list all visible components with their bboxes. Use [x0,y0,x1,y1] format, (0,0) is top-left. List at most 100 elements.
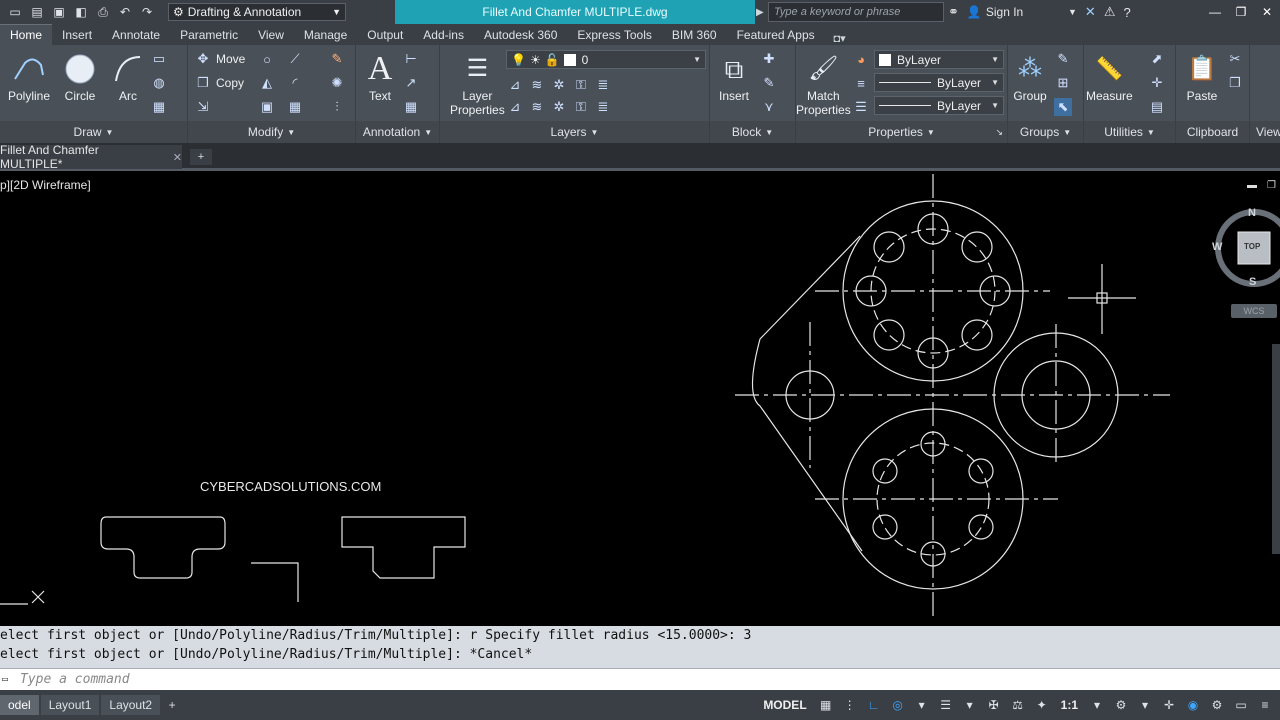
binoculars-icon[interactable]: ⚭ [948,4,959,20]
tab-bim-360[interactable]: BIM 360 [662,24,727,45]
layer-lock-icon[interactable]: ⚿ [572,76,590,94]
layer-select[interactable]: 💡 ☀ 🔓 0 ▼ [506,50,706,69]
help-icon[interactable]: ? [1123,5,1130,20]
create-block-icon[interactable]: ✚ [760,49,778,69]
clipboard-panel-title[interactable]: Clipboard [1176,121,1249,143]
layer-unlock-icon[interactable]: ⚿ [572,98,590,116]
properties-panel-title[interactable]: Properties ▼ ↘ [796,121,1007,143]
tab-manage[interactable]: Manage [294,24,357,45]
restore-button[interactable]: ❐ [1228,0,1254,24]
open-file-icon[interactable]: ▤ [28,3,46,21]
copy-clip-icon[interactable]: ❐ [1226,73,1244,93]
leader-icon[interactable]: ↗ [402,73,420,93]
table-icon[interactable]: ▦ [402,97,420,117]
layer-walk-icon[interactable]: ≣ [594,98,612,116]
lineweight-toggle-icon[interactable]: ☰ [937,696,955,714]
explode-icon[interactable]: ✺ [328,73,346,93]
command-prompt-icon[interactable]: ▭ [0,674,20,685]
tab-view[interactable]: View [248,24,294,45]
compass-south[interactable]: S [1249,276,1256,288]
arc-button[interactable]: Arc [110,51,146,103]
redo-icon[interactable]: ↷ [138,3,156,21]
array-icon[interactable]: ▦ [286,97,304,117]
move-button[interactable]: ✥ Move [194,49,246,69]
new-file-icon[interactable]: ▭ [6,3,24,21]
erase-icon[interactable]: ✎ [328,49,346,69]
layer-properties-button[interactable]: ☰ Layer Properties [450,51,505,118]
dimension-icon[interactable]: ⊢ [402,49,420,69]
tab-layout1[interactable]: Layout1 [40,695,100,715]
add-icon[interactable]: ✛ [1160,696,1178,714]
tab-model[interactable]: odel [0,695,39,715]
copy-button[interactable]: ❐ Copy [194,73,244,93]
group-select-icon[interactable]: ⬉ [1054,97,1072,117]
tab-home[interactable]: Home [0,24,53,45]
compass-north[interactable]: N [1248,207,1256,219]
add-layout-button[interactable]: + [162,698,182,712]
layer-current-icon[interactable]: ⊿ [506,98,524,116]
cut-icon[interactable]: ✂ [1226,49,1244,69]
wcs-menu[interactable]: WCS [1231,304,1277,318]
chevron-down-icon[interactable]: ▾ [913,696,931,714]
trim-icon[interactable]: ⟋ [286,49,304,69]
edit-block-icon[interactable]: ✎ [760,73,778,93]
modify-panel-title[interactable]: Modify ▼ [188,121,355,143]
polar-tracking-icon[interactable]: ◎ [889,696,907,714]
new-tab-button[interactable]: + [190,149,212,165]
annotation-panel-title[interactable]: Annotation ▼ [356,121,439,143]
layer-freeze-icon[interactable]: ✲ [550,76,568,94]
a360-icon[interactable]: ⚠ [1104,4,1116,20]
clean-screen-icon[interactable]: ▭ [1232,696,1250,714]
tab-annotate[interactable]: Annotate [102,24,170,45]
undo-icon[interactable]: ↶ [116,3,134,21]
scale-icon[interactable]: ▣ [258,97,276,117]
linetype-select[interactable]: ByLayer ▼ [874,73,1004,92]
hardware-acceleration-icon[interactable]: ⚙ [1208,696,1226,714]
calculator-icon[interactable]: ▤ [1148,97,1166,117]
color-select[interactable]: ByLayer ▼ [874,50,1004,69]
stretch-icon[interactable]: ⇲ [194,97,212,117]
tab-featured-apps[interactable]: Featured Apps [727,24,825,45]
tab-add-ins[interactable]: Add-ins [413,24,474,45]
rotate-icon[interactable]: ○ [258,49,276,69]
match-properties-button[interactable]: 🖌 Match Properties [796,51,851,118]
tab-autodesk-360[interactable]: Autodesk 360 [474,24,567,45]
layer-off-icon[interactable]: ⊿ [506,76,524,94]
block-attributes-icon[interactable]: ⋎ [760,97,778,117]
workspace-select[interactable]: ⚙ Drafting & Annotation ▼ [168,3,346,21]
close-icon[interactable]: ✕ [173,151,182,164]
tab-express-tools[interactable]: Express Tools [567,24,661,45]
lineweight-select[interactable]: ByLayer ▼ [874,96,1004,115]
selection-cycling-icon[interactable]: ✠ [985,696,1003,714]
lineweight-icon[interactable]: ☰ [852,97,870,117]
point-icon[interactable]: ✛ [1148,73,1166,93]
group-edit-icon[interactable]: ⊞ [1054,73,1072,93]
linetype-icon[interactable]: ≡ [852,73,870,93]
block-panel-title[interactable]: Block ▼ [710,121,795,143]
save-as-icon[interactable]: ◧ [72,3,90,21]
search-input[interactable]: Type a keyword or phrase [768,2,944,22]
offset-icon[interactable]: ⫶ [328,97,346,117]
tab-parametric[interactable]: Parametric [170,24,248,45]
annotation-scale-select[interactable]: 1:1 [1057,698,1082,712]
mirror-icon[interactable]: ◭ [258,73,276,93]
chevron-down-icon[interactable]: ▾ [1088,696,1106,714]
minimize-button[interactable]: — [1202,0,1228,24]
viewcube-top-label[interactable]: TOP [1244,242,1260,251]
boundary-icon[interactable]: ▦ [150,97,168,117]
circle-button[interactable]: Circle [62,51,98,103]
utilities-panel-title[interactable]: Utilities ▼ [1084,121,1175,143]
measure-button[interactable]: 📏 Measure [1086,51,1133,104]
rectangle-icon[interactable]: ▭ [150,49,168,69]
chevron-down-icon[interactable]: ▾ [961,696,979,714]
layers-panel-title[interactable]: Layers ▼ [440,121,709,143]
chevron-down-icon[interactable]: ▾ [1136,696,1154,714]
tab-insert[interactable]: Insert [52,24,102,45]
sign-in-button[interactable]: 👤 Sign In ▼ [967,5,1077,19]
chevron-right-icon[interactable]: ▶ [756,2,768,22]
layer-isolate-icon[interactable]: ≋ [528,76,546,94]
navigation-bar[interactable] [1272,344,1280,554]
tab-layout2[interactable]: Layout2 [101,695,161,715]
quick-select-icon[interactable]: ⬈ [1148,49,1166,69]
layer-unisolate-icon[interactable]: ≋ [528,98,546,116]
